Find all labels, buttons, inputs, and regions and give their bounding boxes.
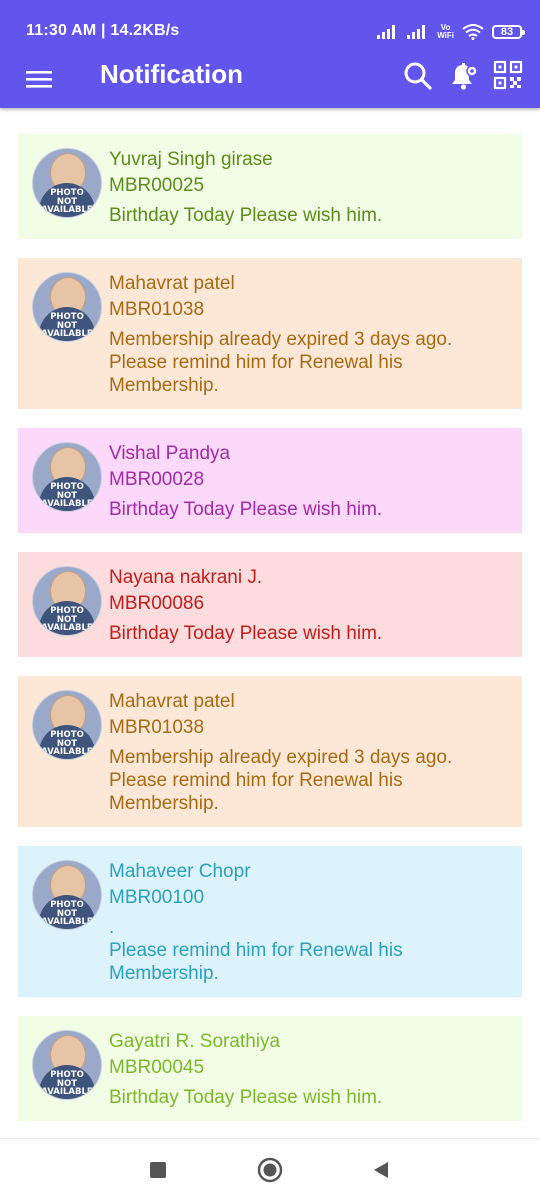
avatar: PHOTO NOT AVAILABLE — [32, 860, 102, 930]
member-id: MBR00028 — [109, 469, 205, 490]
avatar: PHOTO NOT AVAILABLE — [32, 566, 102, 636]
member-id: MBR00100 — [109, 887, 205, 908]
photo-not-available-label: PHOTO NOT AVAILABLE — [33, 901, 101, 927]
avatar: PHOTO NOT AVAILABLE — [32, 1030, 102, 1100]
avatar-text-line: AVAILABLE — [41, 917, 93, 927]
photo-not-available-label: PHOTO NOT AVAILABLE — [33, 731, 101, 757]
back-button[interactable] — [368, 1157, 394, 1183]
volte-bottom: WiFi — [437, 31, 454, 40]
member-id: MBR01038 — [109, 717, 205, 738]
member-name: Mahaveer Chopr — [109, 861, 251, 882]
status-icons: Vo WiFi 83 — [377, 20, 525, 44]
photo-not-available-label: PHOTO NOT AVAILABLE — [33, 313, 101, 339]
notification-card[interactable]: PHOTO NOT AVAILABLE Vishal Pandya MBR00028 Bi… — [18, 428, 522, 533]
member-id: MBR00025 — [109, 175, 205, 196]
notification-list[interactable]: PHOTO NOT AVAILABLE Yuvraj Singh girase MBR0… — [18, 134, 522, 1128]
member-name: Nayana nakrani J. — [109, 567, 263, 588]
system-nav-bar — [0, 1138, 540, 1201]
avatar: PHOTO NOT AVAILABLE — [32, 272, 102, 342]
avatar-text-line: AVAILABLE — [41, 747, 93, 757]
avatar: PHOTO NOT AVAILABLE — [32, 442, 102, 512]
notification-message: Membership already expired 3 days ago. P… — [109, 329, 453, 396]
app-bar: Notification — [0, 50, 540, 108]
battery-level: 83 — [500, 26, 514, 38]
notification-card[interactable]: PHOTO NOT AVAILABLE Gayatri R. Sorathiya MBR… — [18, 1016, 522, 1121]
notification-card[interactable]: PHOTO NOT AVAILABLE Nayana nakrani J. MBR000… — [18, 552, 522, 657]
notification-message: Membership already expired 3 days ago. P… — [109, 747, 453, 814]
page-title: Notification — [100, 59, 243, 89]
photo-not-available-label: PHOTO NOT AVAILABLE — [33, 483, 101, 509]
photo-not-available-label: PHOTO NOT AVAILABLE — [33, 1071, 101, 1097]
volte-icon: Vo WiFi — [437, 24, 454, 40]
notification-message: . Please remind him for Renewal his Memb… — [109, 917, 403, 984]
member-name: Mahavrat patel — [109, 691, 235, 712]
status-time: 11:30 AM | 14.2KB/s — [26, 22, 180, 39]
avatar-text-line: AVAILABLE — [41, 499, 93, 509]
avatar-text-line: AVAILABLE — [41, 623, 93, 633]
notification-card[interactable]: PHOTO NOT AVAILABLE Mahavrat patel MBR01038 M… — [18, 676, 522, 827]
notification-message: Birthday Today Please wish him. — [109, 1087, 383, 1108]
notification-message: Birthday Today Please wish him. — [109, 205, 383, 226]
search-icon[interactable] — [402, 60, 434, 92]
battery-icon: 83 — [492, 25, 525, 39]
home-button[interactable] — [257, 1157, 283, 1183]
member-name: Mahavrat patel — [109, 273, 235, 294]
member-id: MBR00086 — [109, 593, 205, 614]
notification-message: Birthday Today Please wish him. — [109, 499, 383, 520]
avatar-text-line: AVAILABLE — [41, 205, 93, 215]
menu-icon[interactable] — [24, 64, 54, 94]
wifi-icon — [462, 24, 484, 40]
status-bar: 11:30 AM | 14.2KB/s Vo WiFi 83 — [0, 0, 540, 50]
notification-settings-icon[interactable] — [447, 60, 479, 92]
member-id: MBR00045 — [109, 1057, 205, 1078]
member-name: Yuvraj Singh girase — [109, 149, 273, 170]
avatar-text-line: AVAILABLE — [41, 329, 93, 339]
photo-not-available-label: PHOTO NOT AVAILABLE — [33, 189, 101, 215]
photo-not-available-label: PHOTO NOT AVAILABLE — [33, 607, 101, 633]
recent-apps-button[interactable] — [145, 1157, 171, 1183]
notification-card[interactable]: PHOTO NOT AVAILABLE Mahaveer Chopr MBR00100.… — [18, 846, 522, 997]
notification-card[interactable]: PHOTO NOT AVAILABLE Mahavrat patel MBR01038 M… — [18, 258, 522, 409]
avatar-text-line: AVAILABLE — [41, 1087, 93, 1097]
avatar: PHOTO NOT AVAILABLE — [32, 690, 102, 760]
signal-icon — [377, 25, 396, 39]
qr-code-icon[interactable] — [493, 60, 525, 92]
avatar: PHOTO NOT AVAILABLE — [32, 148, 102, 218]
member-id: MBR01038 — [109, 299, 205, 320]
signal-icon-2 — [407, 25, 426, 39]
member-name: Vishal Pandya — [109, 443, 231, 464]
member-name: Gayatri R. Sorathiya — [109, 1031, 281, 1052]
notification-card[interactable]: PHOTO NOT AVAILABLE Yuvraj Singh girase MBR0… — [18, 134, 522, 239]
notification-message: Birthday Today Please wish him. — [109, 623, 383, 644]
